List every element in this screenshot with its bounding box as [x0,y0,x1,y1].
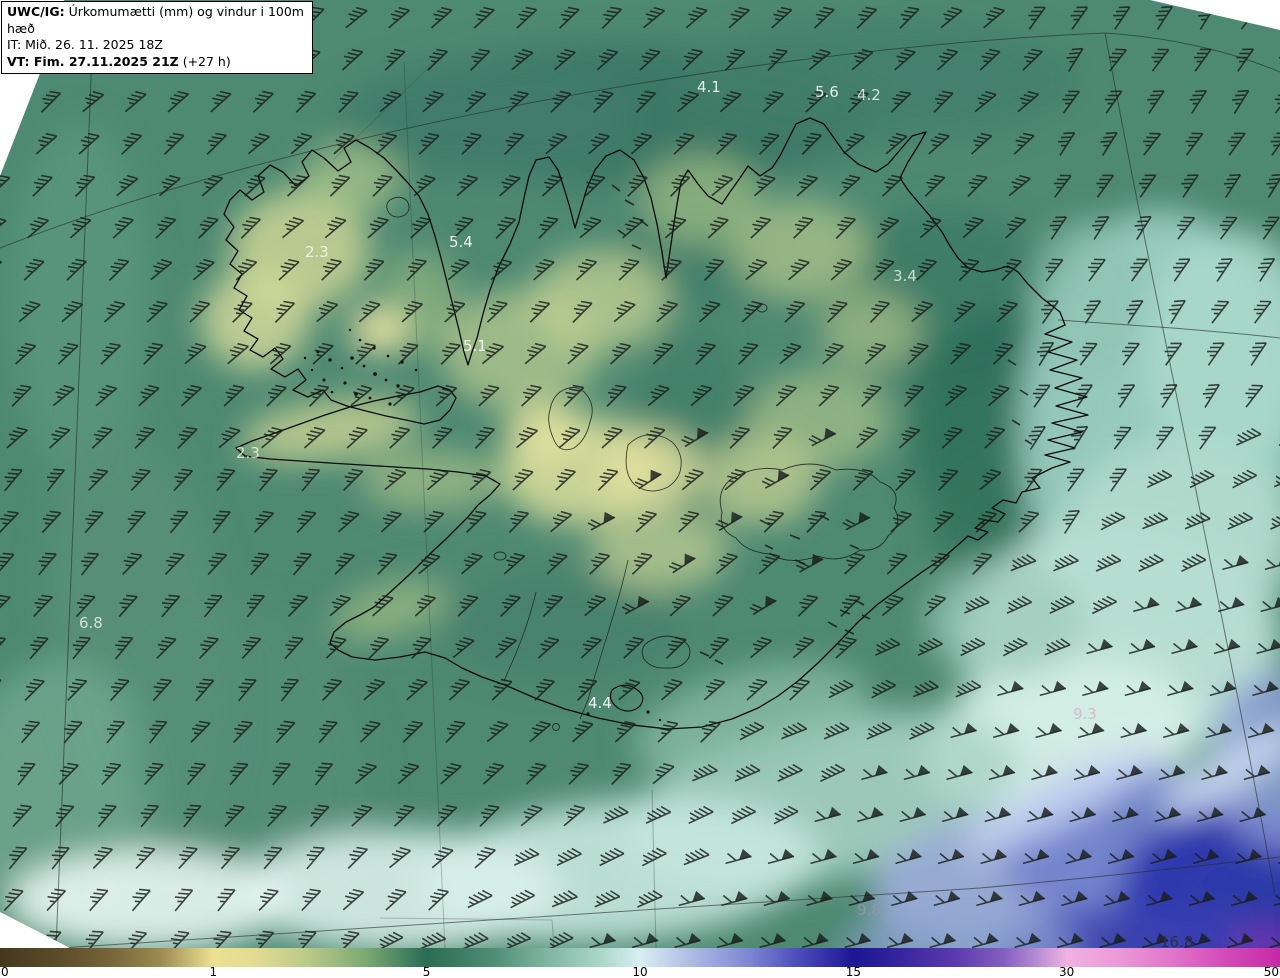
map-value-label: 9.3 [1073,705,1097,723]
colorbar-tick-label: 10 [632,965,648,978]
colorbar-tick-label: 50 [1263,965,1279,978]
valid-time: VT: Fim. 27.11.2025 21Z [7,53,179,69]
map-value-label: 5.6 [815,83,839,101]
product-code: UWC/IG: [7,4,65,19]
colorbar-tick-label: 5 [422,965,431,978]
map-value-label: 6.8 [79,614,103,632]
colorbar-tick-label: 15 [845,965,862,978]
map-value-label: 9.8 [857,901,881,919]
map-value-label: 5.1 [463,337,487,355]
map-value-label: 4.2 [857,86,881,104]
colorbar-tick-label: 0 [1,965,9,978]
map-value-label: 4.4 [588,694,612,712]
title-line-product: UWC/IG: Úrkomumætti (mm) og vindur i 100… [7,4,306,37]
map-canvas: 4.1 5.6 4.2 5.4 2.3 3.4 5.1 2.3 6.8 4.4 9.3 9.8 16.8 [0,0,1280,948]
map-value-label: 16.8 [1160,933,1193,948]
map-value-label: 2.3 [305,243,329,261]
map-value-label: 5.4 [449,233,473,251]
weather-map-screen: 4.1 5.6 4.2 5.4 2.3 3.4 5.1 2.3 6.8 4.4 9.3 9.8 16.8… [0,0,1280,978]
colorbar-tick-row: 0 1 5 10 15 30 50 [0,965,1280,978]
valid-offset: (+27 h) [178,53,231,69]
colorbar-tick-label: 30 [1058,965,1075,978]
map-value-label: 4.1 [697,78,721,96]
title-box: UWC/IG: Úrkomumætti (mm) og vindur i 100… [1,1,313,74]
title-line-valid: VT: Fim. 27.11.2025 21Z (+27 h) [7,54,306,71]
colorbar: 0 1 5 10 15 30 50 [0,948,1280,978]
title-line-init: IT: Mið. 26. 11. 2025 18Z [7,37,163,52]
colorbar-tick-label: 1 [209,965,218,978]
map-value-label: 3.4 [893,267,917,285]
map-value-label: 2.3 [236,444,260,462]
